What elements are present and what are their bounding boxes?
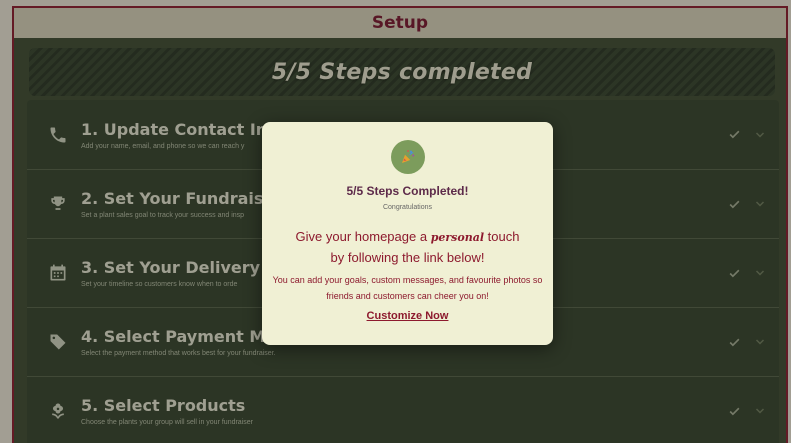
customize-now-link[interactable]: Customize Now (367, 310, 449, 322)
modal-lead: Give your homepage a personal touch by f… (288, 227, 528, 268)
lead-before: Give your homepage a (295, 229, 431, 244)
completion-modal: 5/5 Steps Completed! Congratulations Giv… (262, 122, 553, 345)
modal-body: You can add your goals, custom messages,… (272, 275, 543, 301)
lead-script: personal (430, 231, 485, 244)
modal-title: 5/5 Steps Completed! (346, 184, 469, 198)
party-popper-icon (390, 140, 425, 174)
modal-subtitle: Congratulations (382, 204, 433, 211)
